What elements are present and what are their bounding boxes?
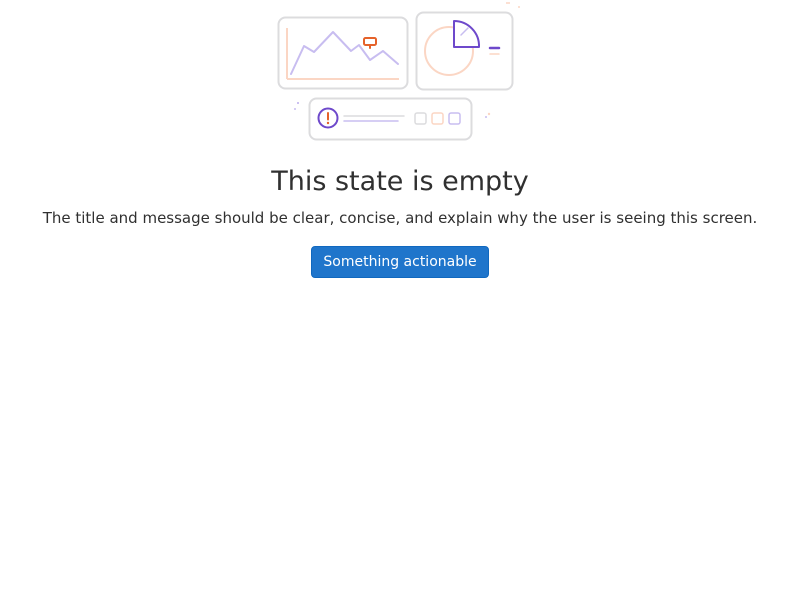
empty-state: This state is empty The title and messag…: [0, 0, 800, 278]
primary-action-button[interactable]: Something actionable: [311, 246, 489, 278]
empty-state-illustration: [277, 2, 520, 141]
pie-chart-card-icon: [415, 11, 514, 91]
alert-card-icon: [308, 97, 473, 141]
line-chart-card-icon: [277, 16, 409, 90]
empty-state-message: The title and message should be clear, c…: [42, 209, 758, 227]
empty-state-title: This state is empty: [271, 166, 529, 197]
